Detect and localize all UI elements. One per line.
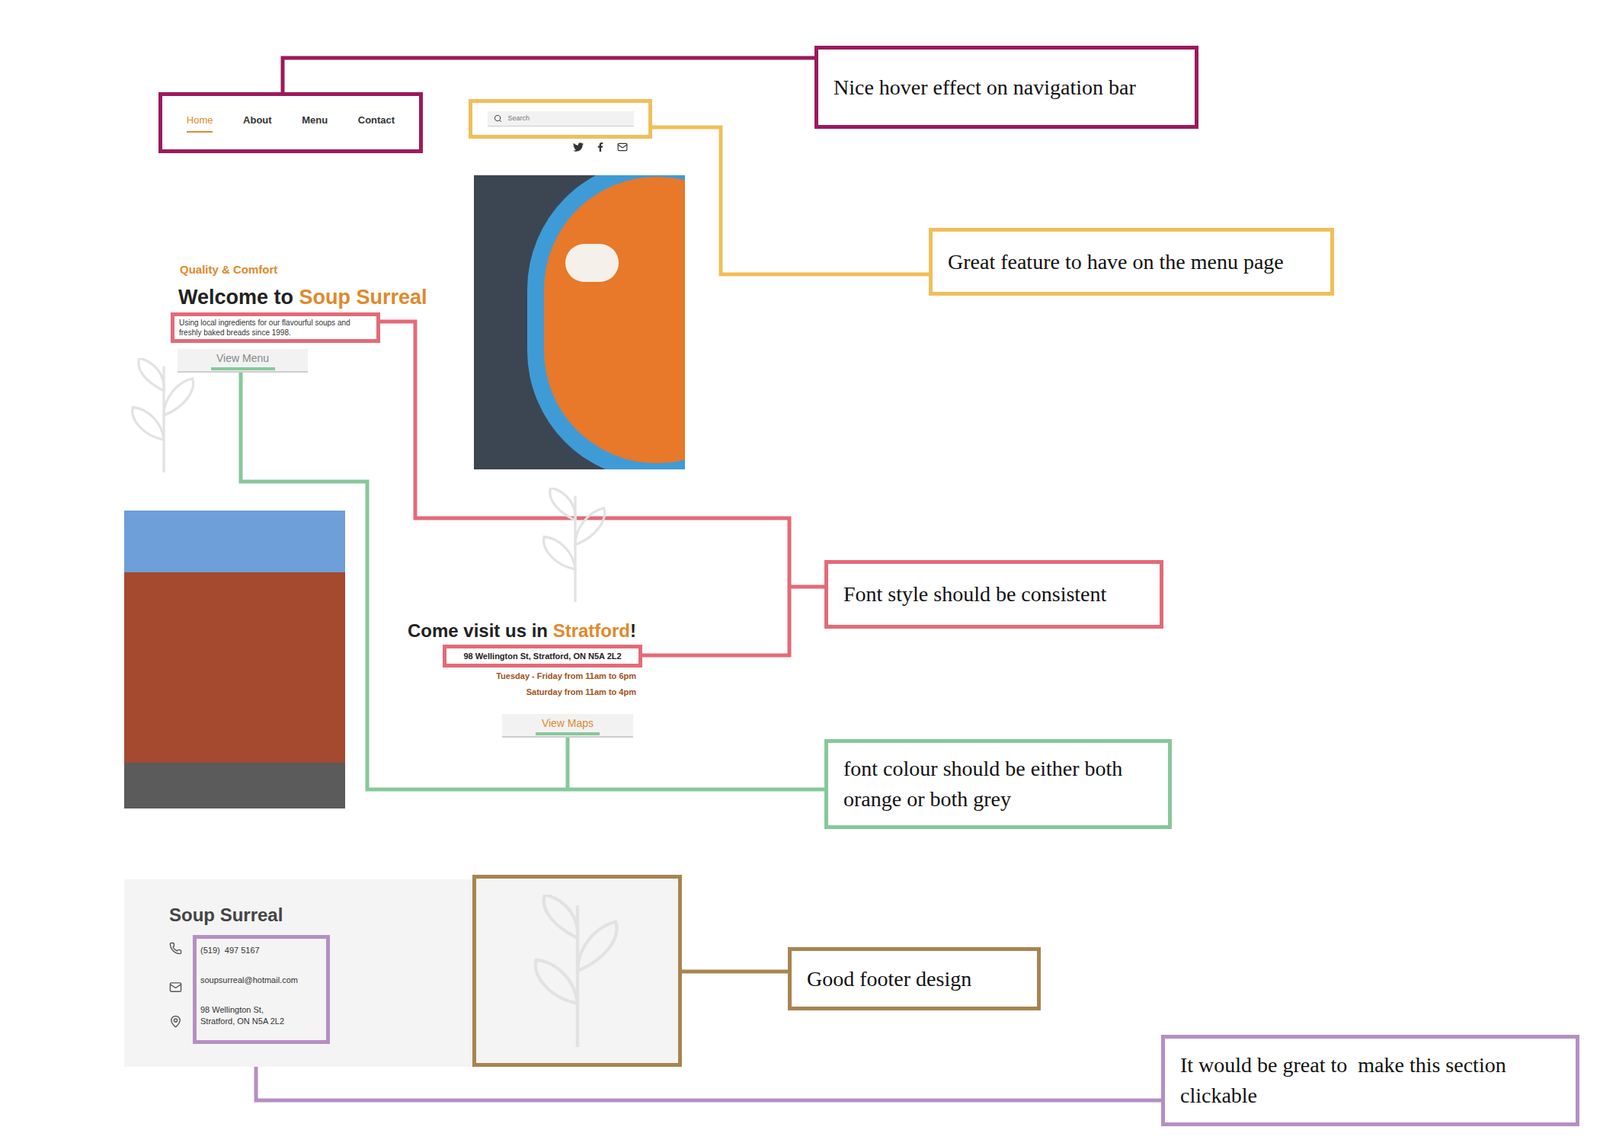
contact-address: 98 Wellington St,Stratford, ON N5A 2L2: [200, 1004, 323, 1028]
mail-icon[interactable]: [617, 141, 628, 153]
social-links: [572, 141, 628, 153]
location-icon: [169, 1014, 183, 1028]
address-highlight: 98 Wellington St, Stratford, ON N5A 2L2: [442, 644, 643, 668]
nav-item[interactable]: Menu: [301, 112, 328, 133]
search-field[interactable]: Search: [487, 111, 634, 127]
leaf-icon: [512, 894, 643, 1047]
search-highlight: Search: [468, 99, 653, 139]
visit-title: Come visit us in Stratford!: [407, 617, 637, 645]
nav-item[interactable]: About: [243, 112, 272, 133]
footer-brand: Soup Surreal: [169, 901, 283, 929]
critique-canvas: Home About Menu Contact Search Quality & Comf…: [0, 0, 1600, 1143]
hero-eyebrow: Quality & Comfort: [179, 261, 278, 279]
town-photo: [124, 510, 346, 809]
search-icon: [493, 114, 503, 123]
annotation-callout: Nice hover effect on navigation bar: [814, 45, 1199, 129]
annotation-callout: It would be great to make this section c…: [1161, 1034, 1580, 1127]
leaf-icon: [121, 358, 206, 473]
contact-email: soupsurreal@hotmail.com: [200, 974, 323, 986]
description-highlight: Using local ingredients for our flavourf…: [170, 312, 381, 343]
footer-contact-icons: [169, 941, 183, 1028]
contact-phone: (519) 497 5167: [200, 944, 323, 957]
view-menu-button[interactable]: View Menu: [177, 348, 308, 373]
footer-design-highlight: [472, 874, 682, 1067]
annotation-callout: Great feature to have on the menu page: [928, 227, 1335, 296]
view-maps-button[interactable]: View Maps: [502, 713, 634, 738]
nav-item[interactable]: Home: [186, 112, 214, 133]
nav-bar: Home About Menu Contact: [158, 92, 423, 154]
twitter-icon[interactable]: [572, 141, 584, 153]
leaf-icon: [533, 487, 618, 602]
soup-photo: [473, 175, 685, 470]
annotation-callout: Good footer design: [787, 947, 1041, 1011]
opening-hours: Tuesday - Friday from 11am to 6pmSaturda…: [496, 669, 637, 698]
nav-item[interactable]: Contact: [358, 112, 395, 133]
phone-icon: [169, 941, 183, 955]
contact-highlight: (519) 497 5167 soupsurreal@hotmail.com 98 …: [192, 934, 330, 1044]
facebook-icon[interactable]: [595, 142, 605, 152]
annotation-callout: font colour should be either both orange…: [824, 739, 1172, 829]
annotation-callout: Font style should be consistent: [824, 560, 1164, 629]
mail-icon: [169, 980, 183, 994]
hero-title: Welcome to Soup Surreal: [178, 281, 428, 314]
